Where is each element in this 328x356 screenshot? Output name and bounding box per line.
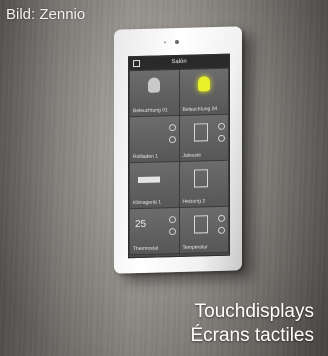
tile-label: Beleuchtung 04 [182,105,218,113]
tile-label: Temperatur [182,244,208,251]
tile-thermostat: 25 Thermostat [130,207,179,255]
minus-icon [168,228,176,236]
camera-icon [175,39,179,45]
tile-label: Heizung 2 [182,198,206,205]
tile-temperature: Temperatur [179,206,228,253]
tile-label: Klimagerät 1 [133,199,162,207]
radiator-icon [193,169,208,188]
caption: Touchdisplays Écrans tactiles [190,300,314,348]
device-screen: Salón Beleuchtung 01 Beleuchtung 04 Roll… [128,53,230,259]
tile-light-04: Beleuchtung 04 [179,68,228,115]
ac-unit-icon [138,176,160,184]
plus-icon [218,214,225,222]
photo-scene: Bild: Zennio Salón Beleuchtung 01 Beleuc… [0,0,328,356]
screen-topbar: Salón [129,54,229,71]
tile-ac: Klimagerät 1 [130,161,179,209]
caption-line-french: Écrans tactiles [190,325,314,346]
sensor-dot [164,41,166,44]
lightbulb-icon [148,77,160,93]
screen-tile-grid: Beleuchtung 01 Beleuchtung 04 Rollladen … [129,67,229,256]
tile-label: Beleuchtung 01 [133,107,168,115]
arrow-up-icon [218,122,225,130]
screen-title: Salón [171,58,187,66]
tile-label: Rollladen 1 [133,153,159,161]
photo-credit: Bild: Zennio [6,6,86,23]
tile-shutter: Jalousie [179,114,228,161]
home-icon [133,59,140,68]
shutter-icon [193,123,208,142]
arrow-down-icon [168,136,176,144]
tile-light-01: Beleuchtung 01 [130,69,179,117]
caption-line-german: Touchdisplays [194,301,314,322]
lightbulb-icon [197,76,210,92]
tile-blinds: Rollladen 1 [130,115,179,163]
thermometer-icon [193,215,208,234]
arrow-down-icon [218,134,225,142]
plus-icon [168,216,176,224]
temperature-value: 25 [135,218,147,231]
touch-display-device: Salón Beleuchtung 01 Beleuchtung 04 Roll… [114,26,242,274]
arrow-up-icon [168,124,176,132]
tile-label: Jalousie [182,152,201,159]
minus-icon [218,226,225,234]
tile-label: Thermostat [133,245,159,253]
tile-heating: Heizung 2 [179,160,228,207]
